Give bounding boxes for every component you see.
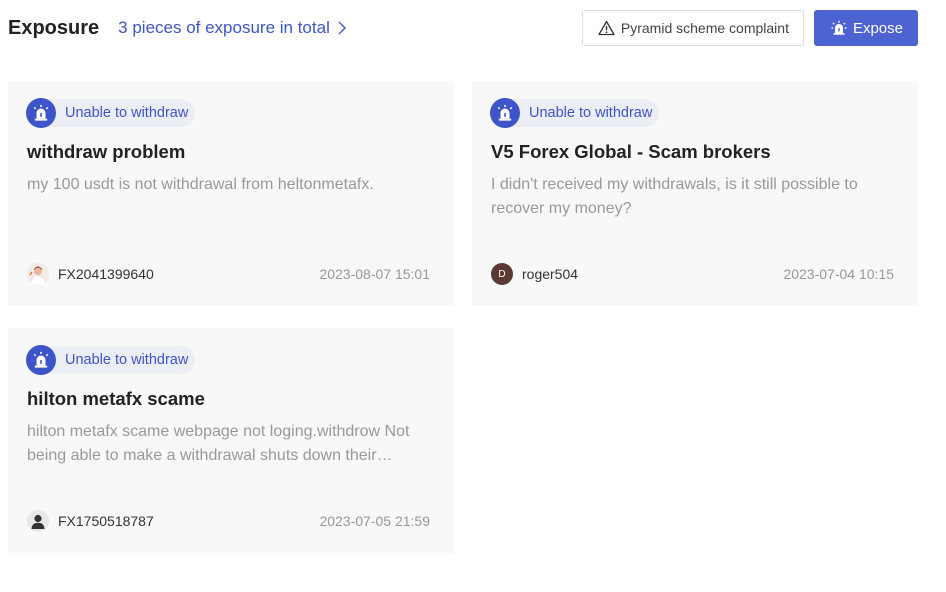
card-footer: D roger504 2023-07-04 10:15 xyxy=(491,262,894,286)
alarm-icon xyxy=(490,98,520,128)
exposure-header: Exposure 3 pieces of exposure in total P… xyxy=(8,10,918,46)
username[interactable]: FX2041399640 xyxy=(58,266,154,282)
alarm-icon xyxy=(26,98,56,128)
alarm-icon xyxy=(26,345,56,375)
username[interactable]: FX1750518787 xyxy=(58,513,154,529)
card-description: my 100 usdt is not withdrawal from helto… xyxy=(27,176,374,193)
post-date: 2023-08-07 15:01 xyxy=(319,266,430,282)
exposure-card[interactable]: Unable to withdraw V5 Forex Global - Sca… xyxy=(472,81,918,306)
expose-button[interactable]: Expose xyxy=(813,10,918,46)
complaint-button-label: Pyramid scheme complaint xyxy=(620,20,789,36)
avatar[interactable]: D xyxy=(491,263,513,285)
post-date: 2023-07-04 10:15 xyxy=(783,266,894,282)
card-title[interactable]: V5 Forex Global - Scam brokers xyxy=(491,141,898,163)
card-footer: FX1750518787 2023-07-05 21:59 xyxy=(27,509,430,533)
total-exposure-link[interactable]: 3 pieces of exposure in total xyxy=(118,18,348,38)
category-badge[interactable]: Unable to withdraw xyxy=(490,98,660,128)
post-date: 2023-07-05 21:59 xyxy=(319,513,430,529)
card-description: hilton metafx scame webpage not loging.w… xyxy=(27,423,410,464)
default-user-icon[interactable] xyxy=(27,510,49,532)
username[interactable]: roger504 xyxy=(522,266,578,282)
warning-icon xyxy=(598,20,615,36)
alarm-icon xyxy=(831,20,847,35)
card-title[interactable]: hilton metafx scame xyxy=(27,388,434,410)
exposure-page: Exposure 3 pieces of exposure in total P… xyxy=(0,0,946,592)
category-label: Unable to withdraw xyxy=(65,352,189,368)
category-badge[interactable]: Unable to withdraw xyxy=(26,98,196,128)
card-title[interactable]: withdraw problem xyxy=(27,141,434,163)
category-badge[interactable]: Unable to withdraw xyxy=(26,345,196,375)
exposure-card[interactable]: Unable to withdraw hilton metafx scame h… xyxy=(8,328,454,553)
user-photo-icon[interactable] xyxy=(27,263,49,285)
page-title: Exposure xyxy=(8,16,100,39)
pyramid-scheme-complaint-button[interactable]: Pyramid scheme complaint xyxy=(581,10,804,46)
card-description: I didn't received my withdrawals, is it … xyxy=(491,176,858,217)
exposure-card[interactable]: Unable to withdraw withdraw problem my 1… xyxy=(8,81,454,306)
total-exposure-label: 3 pieces of exposure in total xyxy=(118,18,330,37)
expose-button-label: Expose xyxy=(852,19,903,37)
card-footer: FX2041399640 2023-08-07 15:01 xyxy=(27,262,430,286)
chevron-right-icon xyxy=(338,21,346,35)
category-label: Unable to withdraw xyxy=(65,105,189,121)
avatar-letter: D xyxy=(498,268,506,280)
category-label: Unable to withdraw xyxy=(529,105,653,121)
